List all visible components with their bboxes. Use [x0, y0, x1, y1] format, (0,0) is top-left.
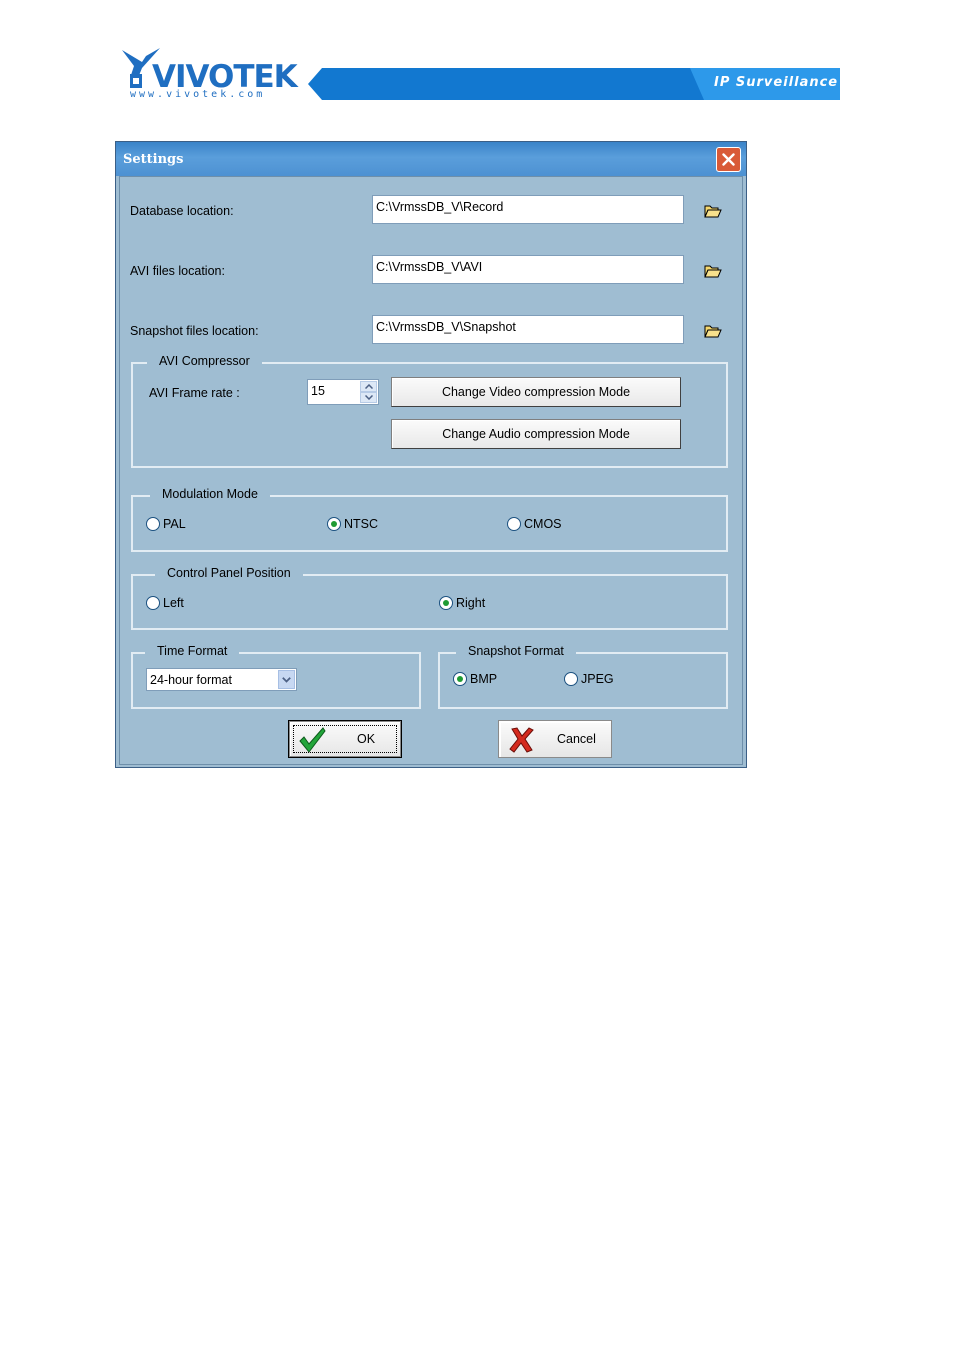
avi-compressor-legend: AVI Compressor [147, 354, 262, 368]
avi-compressor-group: AVI Compressor AVI Frame rate : 15 Chang… [131, 354, 728, 468]
radio-jpeg[interactable]: JPEG [564, 672, 614, 686]
change-video-compression-button[interactable]: Change Video compression Mode [391, 377, 681, 407]
radio-label: PAL [163, 517, 186, 531]
header-banner: VIVOTEK www.vivotek.com IP Surveillance [120, 44, 840, 104]
folder-open-icon[interactable] [704, 324, 722, 338]
radio-label: Left [163, 596, 184, 610]
ok-label: OK [357, 732, 376, 746]
brand-url: www.vivotek.com [130, 89, 266, 100]
radio-label: NTSC [344, 517, 379, 531]
tagline: IP Surveillance [714, 75, 839, 90]
time-format-value: 24-hour format [150, 673, 232, 687]
spinner-buttons [360, 381, 377, 403]
snapshot-format-legend: Snapshot Format [456, 644, 576, 658]
radio-bmp[interactable]: BMP [453, 672, 497, 686]
snapshot-location-input[interactable]: C:\VrmssDB_V\Snapshot [372, 315, 684, 344]
time-format-select[interactable]: 24-hour format [146, 668, 297, 691]
snapshot-location-label: Snapshot files location: [130, 324, 259, 338]
frame-rate-label: AVI Frame rate : [149, 386, 240, 400]
radio-circle-selected [327, 517, 341, 531]
change-audio-compression-button[interactable]: Change Audio compression Mode [391, 419, 681, 449]
radio-label: CMOS [524, 517, 562, 531]
radio-circle [146, 517, 160, 531]
frame-rate-value: 15 [311, 384, 325, 398]
folder-open-icon[interactable] [704, 204, 722, 218]
radio-label: JPEG [581, 672, 614, 686]
frame-rate-spinner[interactable]: 15 [307, 379, 379, 405]
radio-left[interactable]: Left [146, 596, 184, 610]
title-bar[interactable]: Settings [116, 142, 746, 176]
close-icon [722, 153, 735, 166]
chevron-up-icon [364, 384, 373, 389]
ok-button[interactable]: OK [288, 720, 402, 758]
radio-circle [146, 596, 160, 610]
cancel-label: Cancel [557, 732, 596, 746]
radio-right[interactable]: Right [439, 596, 485, 610]
dialog-client: Database location: C:\VrmssDB_V\Record A… [119, 176, 743, 765]
spin-up-button[interactable] [360, 381, 377, 392]
settings-dialog: Settings Database location: C:\VrmssDB_V… [115, 141, 747, 768]
modulation-mode-legend: Modulation Mode [150, 487, 270, 501]
vivotek-logo: VIVOTEK www.vivotek.com [120, 44, 310, 104]
chevron-down-icon [282, 676, 291, 683]
cancel-button[interactable]: Cancel [498, 720, 612, 758]
spin-down-button[interactable] [360, 392, 377, 403]
radio-label: Right [456, 596, 486, 610]
chevron-down-icon [364, 395, 373, 400]
radio-ntsc[interactable]: NTSC [327, 517, 378, 531]
radio-pal[interactable]: PAL [146, 517, 186, 531]
time-format-legend: Time Format [145, 644, 240, 658]
checkmark-icon [299, 727, 326, 753]
dropdown-button[interactable] [278, 670, 295, 689]
database-location-input[interactable]: C:\VrmssDB_V\Record [372, 195, 684, 224]
avi-location-label: AVI files location: [130, 264, 225, 278]
control-panel-legend: Control Panel Position [155, 566, 303, 580]
folder-open-icon[interactable] [704, 264, 722, 278]
radio-circle-selected [453, 672, 467, 686]
dialog-title: Settings [123, 152, 184, 167]
radio-circle [564, 672, 578, 686]
radio-circle-selected [439, 596, 453, 610]
radio-circle [507, 517, 521, 531]
snapshot-format-group: Snapshot Format BMP JPEG [438, 644, 728, 709]
time-format-group: Time Format 24-hour format [131, 644, 421, 709]
radio-cmos[interactable]: CMOS [507, 517, 562, 531]
avi-location-input[interactable]: C:\VrmssDB_V\AVI [372, 255, 684, 284]
modulation-mode-group: Modulation Mode PAL NTSC CMOS [131, 487, 728, 552]
radio-label: BMP [470, 672, 498, 686]
control-panel-position-group: Control Panel Position Left Right [131, 566, 728, 630]
database-location-label: Database location: [130, 204, 234, 218]
cross-icon [509, 727, 534, 753]
close-button[interactable] [716, 147, 741, 172]
